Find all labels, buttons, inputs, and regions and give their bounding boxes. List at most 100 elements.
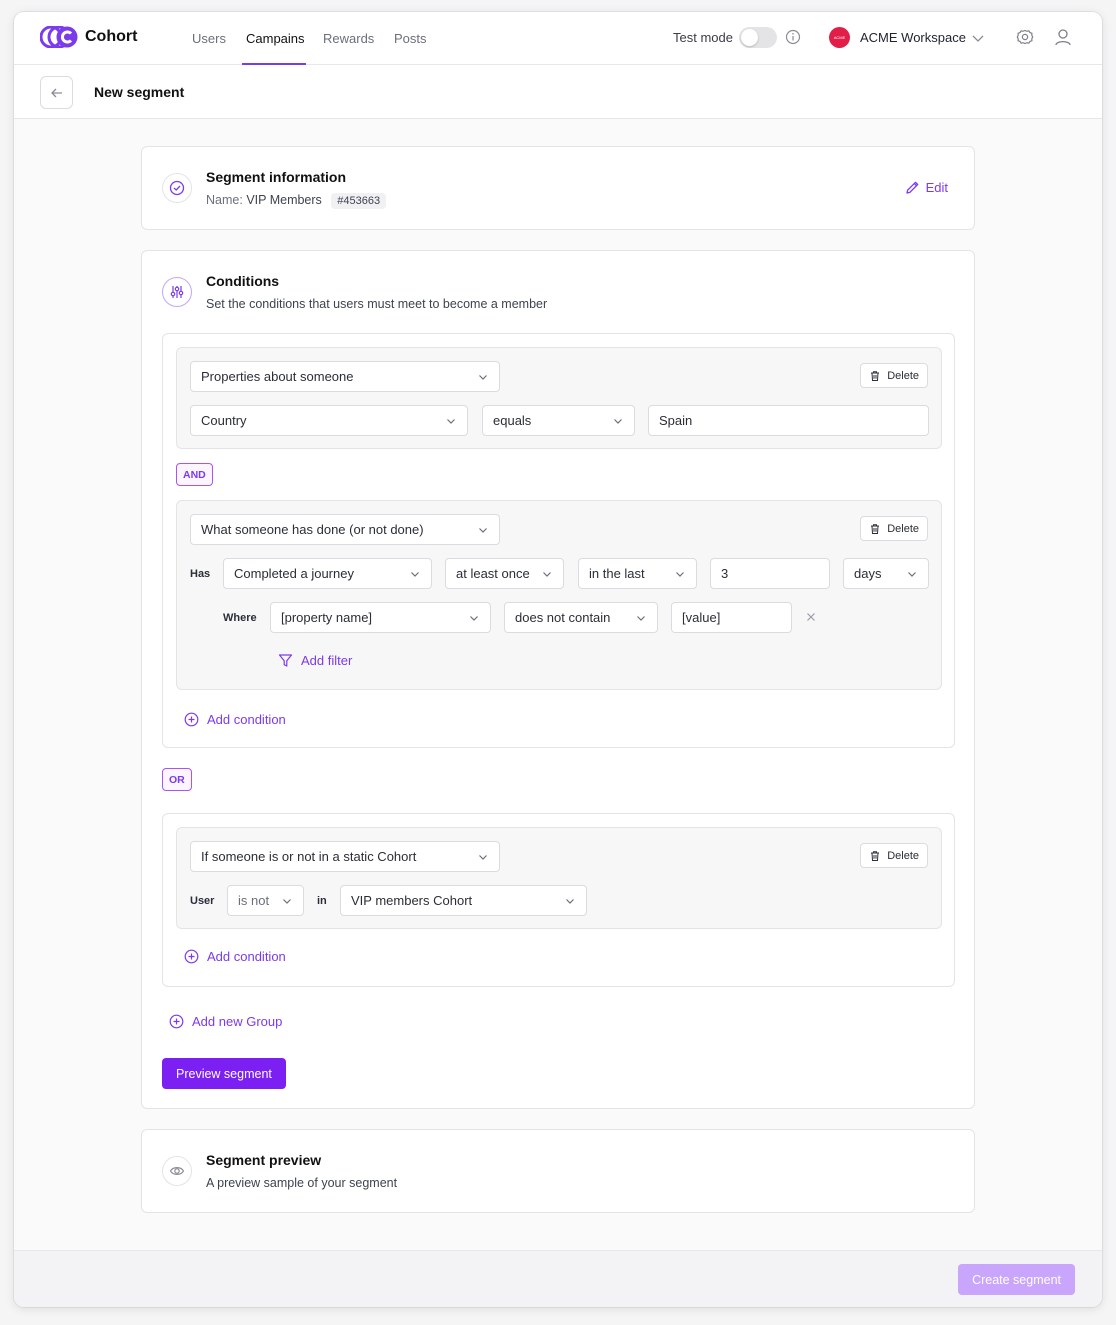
- membership-select[interactable]: is not: [227, 885, 304, 916]
- eye-icon: [169, 1167, 185, 1175]
- workspace-selector[interactable]: ACME Workspace: [860, 30, 966, 45]
- chevron-down-icon[interactable]: [971, 31, 985, 45]
- where-label: Where: [223, 612, 257, 624]
- condition-type-value: Properties about someone: [201, 369, 354, 384]
- filter-operator-select[interactable]: does not contain: [504, 602, 658, 633]
- timeframe-select[interactable]: in the last: [578, 558, 697, 589]
- tab-rewards[interactable]: Rewards: [323, 31, 374, 46]
- brand-name: Cohort: [85, 28, 138, 45]
- value-input[interactable]: Spain: [648, 405, 929, 436]
- chevron-down-icon: [411, 571, 419, 577]
- check-circle-icon-wrapper: [162, 173, 192, 203]
- brand-logo[interactable]: Cohort: [40, 26, 137, 48]
- property-select[interactable]: Country: [190, 405, 468, 436]
- segment-name-label: Name:: [206, 193, 243, 207]
- amount-input[interactable]: 3: [710, 558, 830, 589]
- page-title: New segment: [94, 84, 185, 100]
- trash-icon: [871, 370, 880, 381]
- operator-value: equals: [493, 413, 532, 428]
- delete-label: Delete: [887, 522, 919, 535]
- unit-select[interactable]: days: [843, 558, 929, 589]
- tab-campains[interactable]: Campains: [246, 31, 305, 46]
- add-filter-button[interactable]: Add filter: [278, 653, 352, 668]
- delete-condition-button[interactable]: Delete: [860, 516, 928, 541]
- segment-name-value: VIP Members: [246, 193, 322, 207]
- pencil-icon: [905, 181, 918, 194]
- chevron-down-icon: [566, 898, 574, 904]
- toggle-knob: [741, 29, 758, 46]
- condition-type-select[interactable]: If someone is or not in a static Cohort: [190, 841, 500, 872]
- preview-segment-label: Preview segment: [176, 1066, 272, 1081]
- workspace-logo: ACME: [829, 27, 850, 48]
- tab-posts[interactable]: Posts: [394, 31, 427, 46]
- chevron-down-icon: [637, 615, 645, 621]
- operator-select[interactable]: equals: [482, 405, 635, 436]
- page-footer: Create segment: [14, 1250, 1102, 1307]
- condition-events: What someone has done (or not done) Dele…: [176, 500, 942, 690]
- arrow-left-icon: [50, 88, 62, 97]
- user-icon[interactable]: [1053, 27, 1073, 47]
- conditions-subtitle: Set the conditions that users must meet …: [206, 297, 548, 311]
- delete-label: Delete: [887, 849, 919, 862]
- and-label: AND: [183, 468, 206, 481]
- event-select[interactable]: Completed a journey: [223, 558, 432, 589]
- condition-group-1: Properties about someone Delete Country …: [162, 333, 955, 748]
- add-new-group-button[interactable]: Add new Group: [169, 1014, 282, 1029]
- filter-value-text: [value]: [682, 610, 721, 625]
- condition-type-value: What someone has done (or not done): [201, 522, 424, 537]
- delete-label: Delete: [887, 369, 919, 382]
- segment-preview-card: Segment preview A preview sample of your…: [141, 1129, 975, 1213]
- tab-users[interactable]: Users: [192, 31, 226, 46]
- check-circle-icon: [169, 180, 185, 196]
- membership-value: is not: [238, 893, 270, 908]
- filter-operator-value: does not contain: [515, 610, 611, 625]
- condition-properties: Properties about someone Delete Country …: [176, 347, 942, 449]
- unit-value: days: [854, 566, 882, 581]
- condition-static-cohort: If someone is or not in a static Cohort …: [176, 827, 942, 929]
- frequency-value: at least once: [456, 566, 530, 581]
- has-label: Has: [190, 568, 211, 580]
- condition-type-select[interactable]: What someone has done (or not done): [190, 514, 500, 545]
- condition-type-value: If someone is or not in a static Cohort: [201, 849, 417, 864]
- chevron-down-icon: [614, 418, 622, 424]
- chevron-down-icon: [283, 898, 291, 904]
- cohort-logo-icon: [40, 26, 78, 48]
- create-segment-button[interactable]: Create segment: [958, 1264, 1075, 1295]
- filter-property-select[interactable]: [property name]: [270, 602, 491, 633]
- gear-icon[interactable]: [1015, 27, 1035, 47]
- condition-type-select[interactable]: Properties about someone: [190, 361, 500, 392]
- frequency-select[interactable]: at least once: [445, 558, 564, 589]
- info-icon[interactable]: [785, 29, 801, 45]
- test-mode-toggle[interactable]: [739, 27, 777, 48]
- amount-value: 3: [721, 566, 729, 581]
- edit-button[interactable]: Edit: [905, 180, 948, 195]
- chevron-down-icon: [479, 854, 487, 860]
- chevron-down-icon: [479, 374, 487, 380]
- or-operator-badge[interactable]: OR: [162, 768, 192, 791]
- delete-condition-button[interactable]: Delete: [860, 843, 928, 868]
- back-button[interactable]: [40, 76, 73, 109]
- in-label: in: [317, 895, 327, 907]
- close-icon[interactable]: [805, 611, 817, 623]
- cohort-value: VIP members Cohort: [351, 893, 473, 908]
- sliders-icon-wrapper: [162, 277, 192, 307]
- chevron-down-icon: [470, 615, 478, 621]
- cohort-select[interactable]: VIP members Cohort: [340, 885, 587, 916]
- chevron-down-icon: [676, 571, 684, 577]
- segment-id-badge: #453663: [331, 193, 387, 209]
- chevron-down-icon: [447, 418, 455, 424]
- delete-condition-button[interactable]: Delete: [860, 363, 928, 388]
- conditions-card: Conditions Set the conditions that users…: [141, 250, 975, 1109]
- chevron-down-icon: [479, 527, 487, 533]
- preview-segment-button[interactable]: Preview segment: [162, 1058, 286, 1089]
- value-text: Spain: [659, 413, 693, 428]
- page-header: New segment: [14, 65, 1102, 119]
- add-condition-button[interactable]: Add condition: [184, 712, 286, 727]
- add-condition-button[interactable]: Add condition: [184, 949, 286, 964]
- chevron-down-icon: [543, 571, 551, 577]
- and-operator-badge[interactable]: AND: [176, 463, 213, 486]
- segment-information-title: Segment information: [206, 169, 347, 185]
- filter-value-input[interactable]: [value]: [671, 602, 792, 633]
- app-window: Cohort Users Campains Rewards Posts Test…: [14, 12, 1102, 1307]
- create-segment-label: Create segment: [972, 1272, 1061, 1287]
